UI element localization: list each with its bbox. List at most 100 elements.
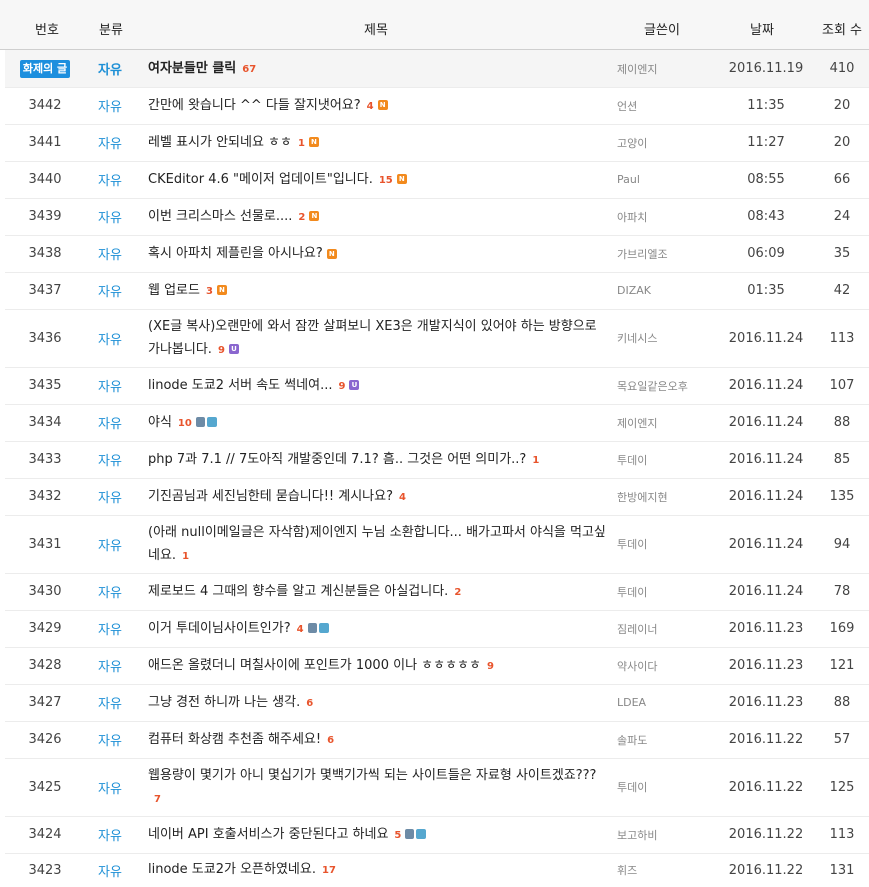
post-category[interactable]: 자유 xyxy=(85,478,135,515)
post-author[interactable]: 키네시스 xyxy=(617,309,727,367)
post-author[interactable]: 가브리엘조 xyxy=(617,235,727,272)
category-link[interactable]: 자유 xyxy=(98,96,122,115)
post-category[interactable]: 자유 xyxy=(85,758,135,816)
category-link[interactable]: 자유 xyxy=(98,376,122,395)
post-category[interactable]: 자유 xyxy=(85,50,135,87)
header-category[interactable]: 분류 xyxy=(99,12,123,49)
comment-count[interactable]: 15 xyxy=(379,175,393,186)
author-name[interactable]: DIZAK xyxy=(617,284,651,297)
post-author[interactable]: 솔파도 xyxy=(617,721,727,758)
post-title-link[interactable]: 여자분들만 클릭 xyxy=(148,61,236,76)
comment-count[interactable]: 67 xyxy=(242,64,256,75)
post-author[interactable]: 투데이 xyxy=(617,441,727,478)
comment-count[interactable]: 1 xyxy=(182,551,189,562)
comment-count[interactable]: 9 xyxy=(487,661,494,672)
category-link[interactable]: 자유 xyxy=(98,207,122,226)
author-name[interactable]: 투데이 xyxy=(617,779,647,795)
post-category[interactable]: 자유 xyxy=(85,816,135,853)
post-author[interactable]: 고양이 xyxy=(617,124,727,161)
post-category[interactable]: 자유 xyxy=(85,573,135,610)
category-link[interactable]: 자유 xyxy=(98,329,122,348)
header-num[interactable]: 번호 xyxy=(35,12,59,49)
post-author[interactable]: 제이엔지 xyxy=(617,404,727,441)
post-category[interactable]: 자유 xyxy=(85,161,135,198)
post-author[interactable]: 짐레이너 xyxy=(617,610,727,647)
author-name[interactable]: 언션 xyxy=(617,98,637,114)
post-author[interactable]: LDEA xyxy=(617,684,727,721)
category-link[interactable]: 자유 xyxy=(98,693,122,712)
post-category[interactable]: 자유 xyxy=(85,367,135,404)
comment-count[interactable]: 3 xyxy=(206,286,213,297)
post-category[interactable]: 자유 xyxy=(85,272,135,309)
post-title-link[interactable]: 웹 업로드 xyxy=(148,283,200,298)
header-date[interactable]: 날짜 xyxy=(750,12,774,49)
post-category[interactable]: 자유 xyxy=(85,721,135,758)
post-title-link[interactable]: 그냥 경전 하니까 나는 생각. xyxy=(148,695,300,710)
author-name[interactable]: 투데이 xyxy=(617,536,647,552)
category-link[interactable]: 자유 xyxy=(98,535,122,554)
author-name[interactable]: 휘즈 xyxy=(617,862,637,878)
category-link[interactable]: 자유 xyxy=(98,730,122,749)
category-link[interactable]: 자유 xyxy=(98,487,122,506)
post-author[interactable]: 언션 xyxy=(617,87,727,124)
post-category[interactable]: 자유 xyxy=(85,87,135,124)
author-name[interactable]: 아파치 xyxy=(617,209,647,225)
comment-count[interactable]: 4 xyxy=(399,492,406,503)
comment-count[interactable]: 6 xyxy=(327,735,334,746)
header-title[interactable]: 제목 xyxy=(364,12,388,49)
author-name[interactable]: 목요일같은오후 xyxy=(617,378,688,394)
author-name[interactable]: 제이엔지 xyxy=(617,61,657,77)
post-title-link[interactable]: 이번 크리스마스 선물로.... xyxy=(148,209,292,224)
post-title-link[interactable]: CKEditor 4.6 "메이저 업데이트"입니다. xyxy=(148,172,373,187)
post-author[interactable]: 제이엔지 xyxy=(617,50,727,87)
comment-count[interactable]: 17 xyxy=(322,865,336,876)
author-name[interactable]: LDEA xyxy=(617,696,646,709)
post-author[interactable]: 휘즈 xyxy=(617,853,727,887)
post-author[interactable]: 보고하비 xyxy=(617,816,727,853)
comment-count[interactable]: 1 xyxy=(298,138,305,149)
category-link[interactable]: 자유 xyxy=(98,582,122,601)
category-link[interactable]: 자유 xyxy=(98,244,122,263)
post-title-link[interactable]: (XE글 복사)오랜만에 와서 잠깐 살펴보니 XE3은 개발지식이 있어야 하… xyxy=(148,319,597,357)
post-author[interactable]: 아파치 xyxy=(617,198,727,235)
post-title-link[interactable]: php 7과 7.1 // 7도아직 개발중인데 7.1? 흠.. 그것은 어떤… xyxy=(148,452,526,467)
category-link[interactable]: 자유 xyxy=(98,778,122,797)
post-title-link[interactable]: 컴퓨터 화상캠 추천좀 해주세요! xyxy=(148,732,321,747)
author-name[interactable]: 투데이 xyxy=(617,452,647,468)
header-views[interactable]: 조회 수 xyxy=(822,12,862,49)
category-link[interactable]: 자유 xyxy=(98,450,122,469)
comment-count[interactable]: 4 xyxy=(297,624,304,635)
post-author[interactable]: 투데이 xyxy=(617,758,727,816)
comment-count[interactable]: 2 xyxy=(298,212,305,223)
category-link[interactable]: 자유 xyxy=(98,413,122,432)
post-author[interactable]: 투데이 xyxy=(617,573,727,610)
post-title-link[interactable]: 이거 투데이님사이트인가? xyxy=(148,621,291,636)
post-title-link[interactable]: 간만에 왓습니다 ^^ 다들 잘지냇어요? xyxy=(148,98,361,113)
category-link[interactable]: 자유 xyxy=(98,861,122,880)
post-category[interactable]: 자유 xyxy=(85,610,135,647)
category-link[interactable]: 자유 xyxy=(98,59,122,78)
category-link[interactable]: 자유 xyxy=(98,825,122,844)
comment-count[interactable]: 4 xyxy=(367,101,374,112)
category-link[interactable]: 자유 xyxy=(98,619,122,638)
post-category[interactable]: 자유 xyxy=(85,647,135,684)
author-name[interactable]: 고양이 xyxy=(617,135,647,151)
author-name[interactable]: 가브리엘조 xyxy=(617,246,668,262)
post-author[interactable]: Paul xyxy=(617,161,727,198)
comment-count[interactable]: 1 xyxy=(532,455,539,466)
author-name[interactable]: 약사이다 xyxy=(617,658,657,674)
author-name[interactable]: 보고하비 xyxy=(617,827,657,843)
author-name[interactable]: Paul xyxy=(617,173,640,186)
post-title-link[interactable]: 레벨 표시가 안되네요 ㅎㅎ xyxy=(148,135,292,150)
post-title-link[interactable]: 야식 xyxy=(148,415,172,430)
category-link[interactable]: 자유 xyxy=(98,133,122,152)
post-category[interactable]: 자유 xyxy=(85,235,135,272)
comment-count[interactable]: 5 xyxy=(394,830,401,841)
author-name[interactable]: 키네시스 xyxy=(617,330,657,346)
post-author[interactable]: DIZAK xyxy=(617,272,727,309)
post-category[interactable]: 자유 xyxy=(85,198,135,235)
post-title-link[interactable]: 제로보드 4 그때의 향수를 알고 계신분들은 아실겁니다. xyxy=(148,584,448,599)
author-name[interactable]: 투데이 xyxy=(617,584,647,600)
comment-count[interactable]: 9 xyxy=(339,381,346,392)
post-title-link[interactable]: (아래 null이메일글은 자삭함)제이엔지 누님 소환합니다... 배가고파서… xyxy=(148,525,606,563)
